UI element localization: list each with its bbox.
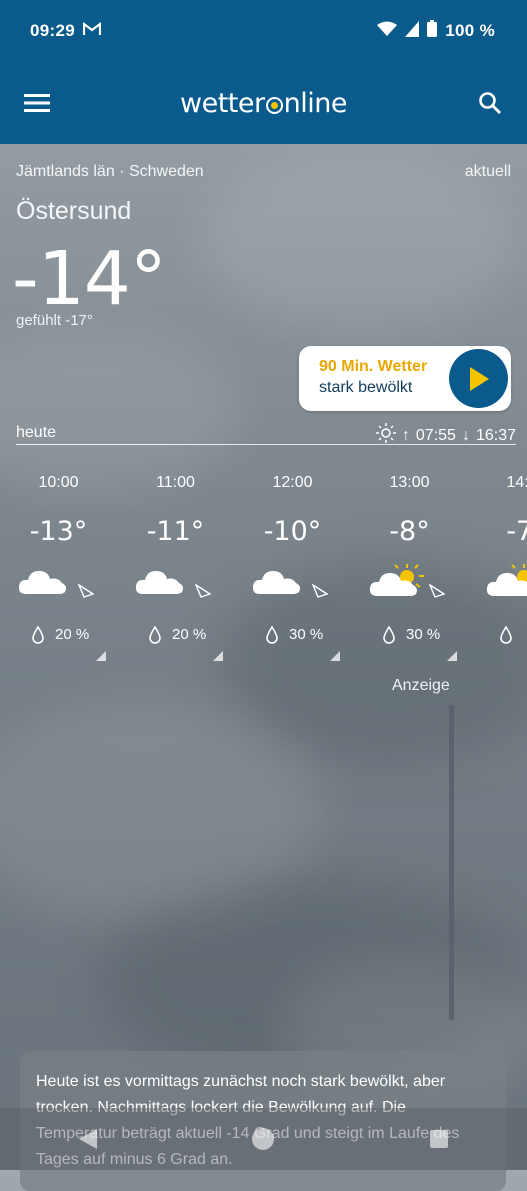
- wind-arrow-icon: [194, 583, 212, 603]
- raindrop-icon: [149, 625, 161, 649]
- sunset-time: 16:37: [475, 426, 516, 444]
- hour-precip: 30 %: [289, 626, 324, 643]
- signal-icon: [405, 20, 420, 42]
- sun-times: ↑ 07:55 ↓ 16:37: [375, 423, 516, 448]
- menu-icon[interactable]: [22, 88, 52, 118]
- hour-precip: 30 %: [406, 626, 441, 643]
- hour-temp: -7°: [506, 516, 527, 547]
- hour-time: 13:00: [389, 474, 430, 491]
- hour-item[interactable]: 14:00 -7°: [468, 464, 527, 664]
- battery-icon: [427, 20, 438, 42]
- hour-temp: -13°: [29, 516, 88, 547]
- ad-label: Anzeige: [392, 677, 450, 694]
- wind-arrow-icon: [428, 583, 446, 603]
- current-temperature: -14°: [12, 236, 167, 322]
- nowcast-card[interactable]: 90 Min. Wetter stark bewölkt: [299, 346, 511, 411]
- raindrop-icon: [32, 625, 44, 649]
- sun-icon: [375, 423, 396, 448]
- sun-cloud-icon: [369, 564, 427, 603]
- ad-divider: [449, 705, 454, 1020]
- hour-temp: -11°: [146, 516, 205, 547]
- hour-precip: 20 %: [172, 626, 207, 643]
- logo-sun-icon: [265, 96, 283, 114]
- system-nav-bar: [0, 1108, 527, 1170]
- hour-item[interactable]: 13:00 -8° 30 %: [351, 464, 468, 664]
- raindrop-icon: [266, 625, 278, 649]
- home-button[interactable]: [243, 1119, 283, 1159]
- feels-like: gefühlt -17°: [16, 312, 93, 329]
- status-bar: 09:29 100 %: [0, 0, 527, 62]
- back-button[interactable]: [68, 1119, 108, 1159]
- recents-icon: [430, 1130, 449, 1148]
- back-icon: [78, 1129, 97, 1149]
- app-logo: wetter nline: [180, 87, 347, 119]
- home-icon: [252, 1128, 275, 1150]
- expand-corner-icon: [330, 651, 340, 661]
- search-icon[interactable]: [475, 88, 505, 118]
- sunset-arrow-icon: ↓: [461, 426, 470, 444]
- battery-level: 100 %: [445, 21, 495, 40]
- hour-temp: -8°: [389, 516, 430, 547]
- hour-precip: 20 %: [55, 626, 90, 643]
- sunrise-arrow-icon: ↑: [401, 426, 410, 444]
- app-bar: wetter nline: [0, 62, 527, 144]
- raindrop-icon: [500, 625, 512, 649]
- hour-time: 10:00: [38, 474, 79, 491]
- gmail-icon: [82, 21, 102, 41]
- recents-button[interactable]: [419, 1119, 459, 1159]
- play-button[interactable]: [449, 349, 508, 408]
- wind-arrow-icon: [77, 583, 95, 603]
- expand-corner-icon: [447, 651, 457, 661]
- hour-time: 12:00: [272, 474, 313, 491]
- current-mode-label: aktuell: [464, 163, 511, 180]
- hourly-forecast[interactable]: 10:00 -13° 20 % 11:00 -11° 20 % 12:00 -1…: [0, 464, 527, 664]
- location-city[interactable]: Östersund: [16, 197, 131, 226]
- wifi-icon: [377, 21, 398, 42]
- sunrise-time: 07:55: [415, 426, 456, 444]
- cloud-icon: [252, 564, 302, 601]
- day-row: heute ↑ 07:55 ↓ 16:37: [16, 422, 516, 445]
- status-time: 09:29: [30, 21, 75, 40]
- hour-item[interactable]: 12:00 -10° 30 %: [234, 464, 351, 664]
- play-icon: [469, 366, 489, 391]
- hour-temp: -10°: [263, 516, 322, 547]
- raindrop-icon: [383, 625, 395, 649]
- hour-time: 14:00: [506, 474, 527, 491]
- expand-corner-icon: [96, 651, 106, 661]
- expand-corner-icon: [213, 651, 223, 661]
- sun-cloud-icon: [486, 564, 527, 603]
- hour-time: 11:00: [156, 474, 195, 491]
- hour-item[interactable]: 11:00 -11° 20 %: [117, 464, 234, 664]
- cloud-icon: [18, 564, 68, 601]
- location-region: Jämtlands län · Schweden: [16, 163, 204, 180]
- hour-item[interactable]: 10:00 -13° 20 %: [0, 464, 117, 664]
- cloud-icon: [135, 564, 185, 601]
- day-label: heute: [16, 424, 57, 441]
- wind-arrow-icon: [311, 583, 329, 603]
